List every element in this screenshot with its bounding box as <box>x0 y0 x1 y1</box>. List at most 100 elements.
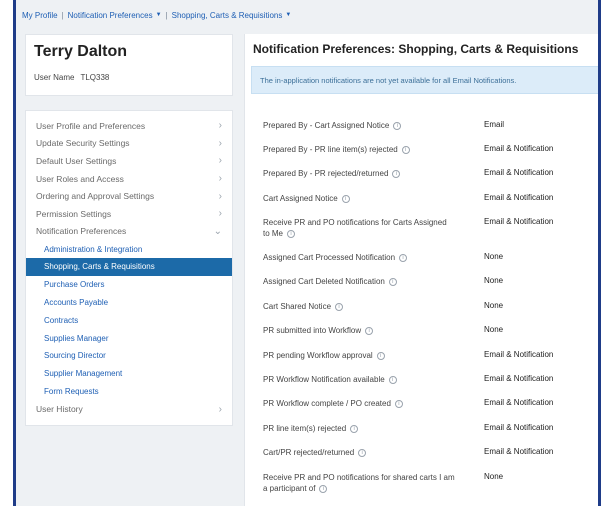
pref-value[interactable]: Email & Notification <box>484 193 553 202</box>
chevron-right-icon: › <box>218 137 222 149</box>
pref-label: Prepared By - PR line item(s) rejected <box>263 145 398 154</box>
pref-value[interactable]: None <box>484 301 503 310</box>
pref-value[interactable]: Email & Notification <box>484 447 553 456</box>
subitem-purchase-orders[interactable]: Purchase Orders <box>26 276 232 294</box>
breadcrumb-label[interactable]: My Profile <box>22 11 58 20</box>
pref-label-wrap: Assigned Cart Processed Notification i <box>263 252 463 263</box>
subitem-label: Supplies Manager <box>44 333 109 343</box>
subitem-supplies-manager[interactable]: Supplies Manager <box>26 329 232 347</box>
info-icon[interactable]: i <box>394 399 403 408</box>
caret-down-icon[interactable]: ▼ <box>156 12 162 18</box>
subitem-label: Shopping, Carts & Requisitions <box>44 262 155 272</box>
pref-value[interactable]: None <box>484 252 503 261</box>
info-icon[interactable]: i <box>399 253 408 262</box>
subitem-label: Administration & Integration <box>44 244 143 254</box>
subitem-shopping-carts[interactable]: Shopping, Carts & Requisitions <box>26 257 232 276</box>
menu-item-label: Permission Settings <box>36 208 112 219</box>
pref-label-wrap: PR pending Workflow approval i <box>263 350 463 361</box>
pref-label-wrap: PR submitted into Workflow i <box>263 325 463 336</box>
menu-item-user-history[interactable]: User History › <box>26 400 232 418</box>
pref-label-wrap: PR Workflow Notification available i <box>263 374 463 385</box>
pref-label-wrap: Receive PR and PO notifications for Cart… <box>263 217 453 239</box>
info-icon[interactable]: i <box>392 169 401 178</box>
subitem-label: Supplier Management <box>44 369 123 379</box>
info-icon[interactable]: i <box>350 424 359 433</box>
pref-value[interactable]: Email & Notification <box>484 217 553 226</box>
menu-item-security[interactable]: Update Security Settings › <box>26 135 232 153</box>
breadcrumb-shopping[interactable]: Shopping, Carts & Requisitions ▼ <box>172 11 292 20</box>
pref-label: PR submitted into Workflow <box>263 326 362 335</box>
menu-item-user-profile[interactable]: User Profile and Preferences › <box>26 117 232 135</box>
subitem-contracts[interactable]: Contracts <box>26 311 232 329</box>
pref-label-wrap: Prepared By - PR line item(s) rejected i <box>263 144 463 155</box>
pref-value[interactable]: Email & Notification <box>484 374 553 383</box>
menu-item-label: Update Security Settings <box>36 138 130 149</box>
menu-item-label: User History <box>36 404 83 415</box>
info-banner: The in-application notifications are not… <box>251 66 598 94</box>
breadcrumb-my-profile[interactable]: My Profile <box>22 11 58 20</box>
subitem-label: Accounts Payable <box>44 297 109 307</box>
chevron-right-icon: › <box>218 155 222 167</box>
info-icon[interactable]: i <box>393 121 402 130</box>
caret-down-icon[interactable]: ▼ <box>285 12 291 18</box>
subitem-accounts-payable[interactable]: Accounts Payable <box>26 294 232 312</box>
pref-label: Receive PR and PO notifications for shar… <box>263 473 455 493</box>
pref-value[interactable]: Email & Notification <box>484 398 553 407</box>
info-icon[interactable]: i <box>341 194 350 203</box>
user-name-line: User Name TLQ338 <box>34 73 224 82</box>
pref-label-wrap: Assigned Cart Deleted Notification i <box>263 276 463 287</box>
pref-label: PR line item(s) rejected <box>263 424 347 433</box>
breadcrumb-label[interactable]: Notification Preferences <box>68 11 153 20</box>
pref-value[interactable]: Email & Notification <box>484 350 553 359</box>
pref-value[interactable]: None <box>484 276 503 285</box>
pref-label-wrap: PR line item(s) rejected i <box>263 423 463 434</box>
menu-item-roles[interactable]: User Roles and Access › <box>26 170 232 188</box>
user-name-value: TLQ338 <box>80 73 110 82</box>
info-icon[interactable]: i <box>358 448 367 457</box>
menu-item-label: Notification Preferences <box>36 226 127 237</box>
user-name-label: User Name <box>34 73 75 82</box>
menu-item-label: Default User Settings <box>36 155 117 166</box>
pref-label-wrap: PR Workflow complete / PO created i <box>263 398 463 409</box>
info-icon[interactable]: i <box>401 145 410 154</box>
breadcrumb: My Profile | Notification Preferences ▼ … <box>22 6 291 24</box>
subitem-supplier-management[interactable]: Supplier Management <box>26 365 232 383</box>
breadcrumb-notification-preferences[interactable]: Notification Preferences ▼ <box>68 11 162 20</box>
chevron-right-icon: › <box>218 208 222 220</box>
menu-item-permissions[interactable]: Permission Settings › <box>26 205 232 223</box>
subitem-label: Contracts <box>44 315 79 325</box>
menu-item-label: User Roles and Access <box>36 173 124 184</box>
info-icon[interactable]: i <box>388 277 397 286</box>
menu-item-ordering-approval[interactable]: Ordering and Approval Settings › <box>26 187 232 205</box>
pref-label: PR Workflow complete / PO created <box>263 399 391 408</box>
pref-value[interactable]: Email & Notification <box>484 423 553 432</box>
menu-item-notification-preferences[interactable]: Notification Preferences ⌄ <box>26 223 232 241</box>
menu-item-default-settings[interactable]: Default User Settings › <box>26 152 232 170</box>
pref-value[interactable]: Email & Notification <box>484 168 553 177</box>
pref-label: PR Workflow Notification available <box>263 375 385 384</box>
breadcrumb-label[interactable]: Shopping, Carts & Requisitions <box>172 11 283 20</box>
pref-label: Cart Shared Notice <box>263 302 332 311</box>
subitem-label: Purchase Orders <box>44 280 105 290</box>
left-sidebar: Terry Dalton User Name TLQ338 User Profi… <box>25 34 233 506</box>
info-icon[interactable]: i <box>376 351 385 360</box>
pref-label-wrap: Cart Shared Notice i <box>263 301 463 312</box>
chevron-right-icon: › <box>218 403 222 415</box>
main-panel: Notification Preferences: Shopping, Cart… <box>244 34 598 506</box>
subitem-label: Sourcing Director <box>44 351 106 361</box>
subitem-administration[interactable]: Administration & Integration <box>26 240 232 258</box>
info-icon[interactable]: i <box>319 484 328 493</box>
subitem-form-requests[interactable]: Form Requests <box>26 383 232 401</box>
info-icon[interactable]: i <box>388 375 397 384</box>
pref-label: Prepared By - PR rejected/returned <box>263 169 389 178</box>
pref-label: Assigned Cart Processed Notification <box>263 253 396 262</box>
info-icon[interactable]: i <box>287 229 296 238</box>
profile-menu: User Profile and Preferences › Update Se… <box>25 110 233 426</box>
info-icon[interactable]: i <box>365 326 374 335</box>
subitem-sourcing-director[interactable]: Sourcing Director <box>26 347 232 365</box>
pref-value[interactable]: Email & Notification <box>484 144 553 153</box>
pref-value[interactable]: None <box>484 472 503 481</box>
pref-value[interactable]: Email <box>484 120 504 129</box>
info-icon[interactable]: i <box>335 302 344 311</box>
pref-value[interactable]: None <box>484 325 503 334</box>
